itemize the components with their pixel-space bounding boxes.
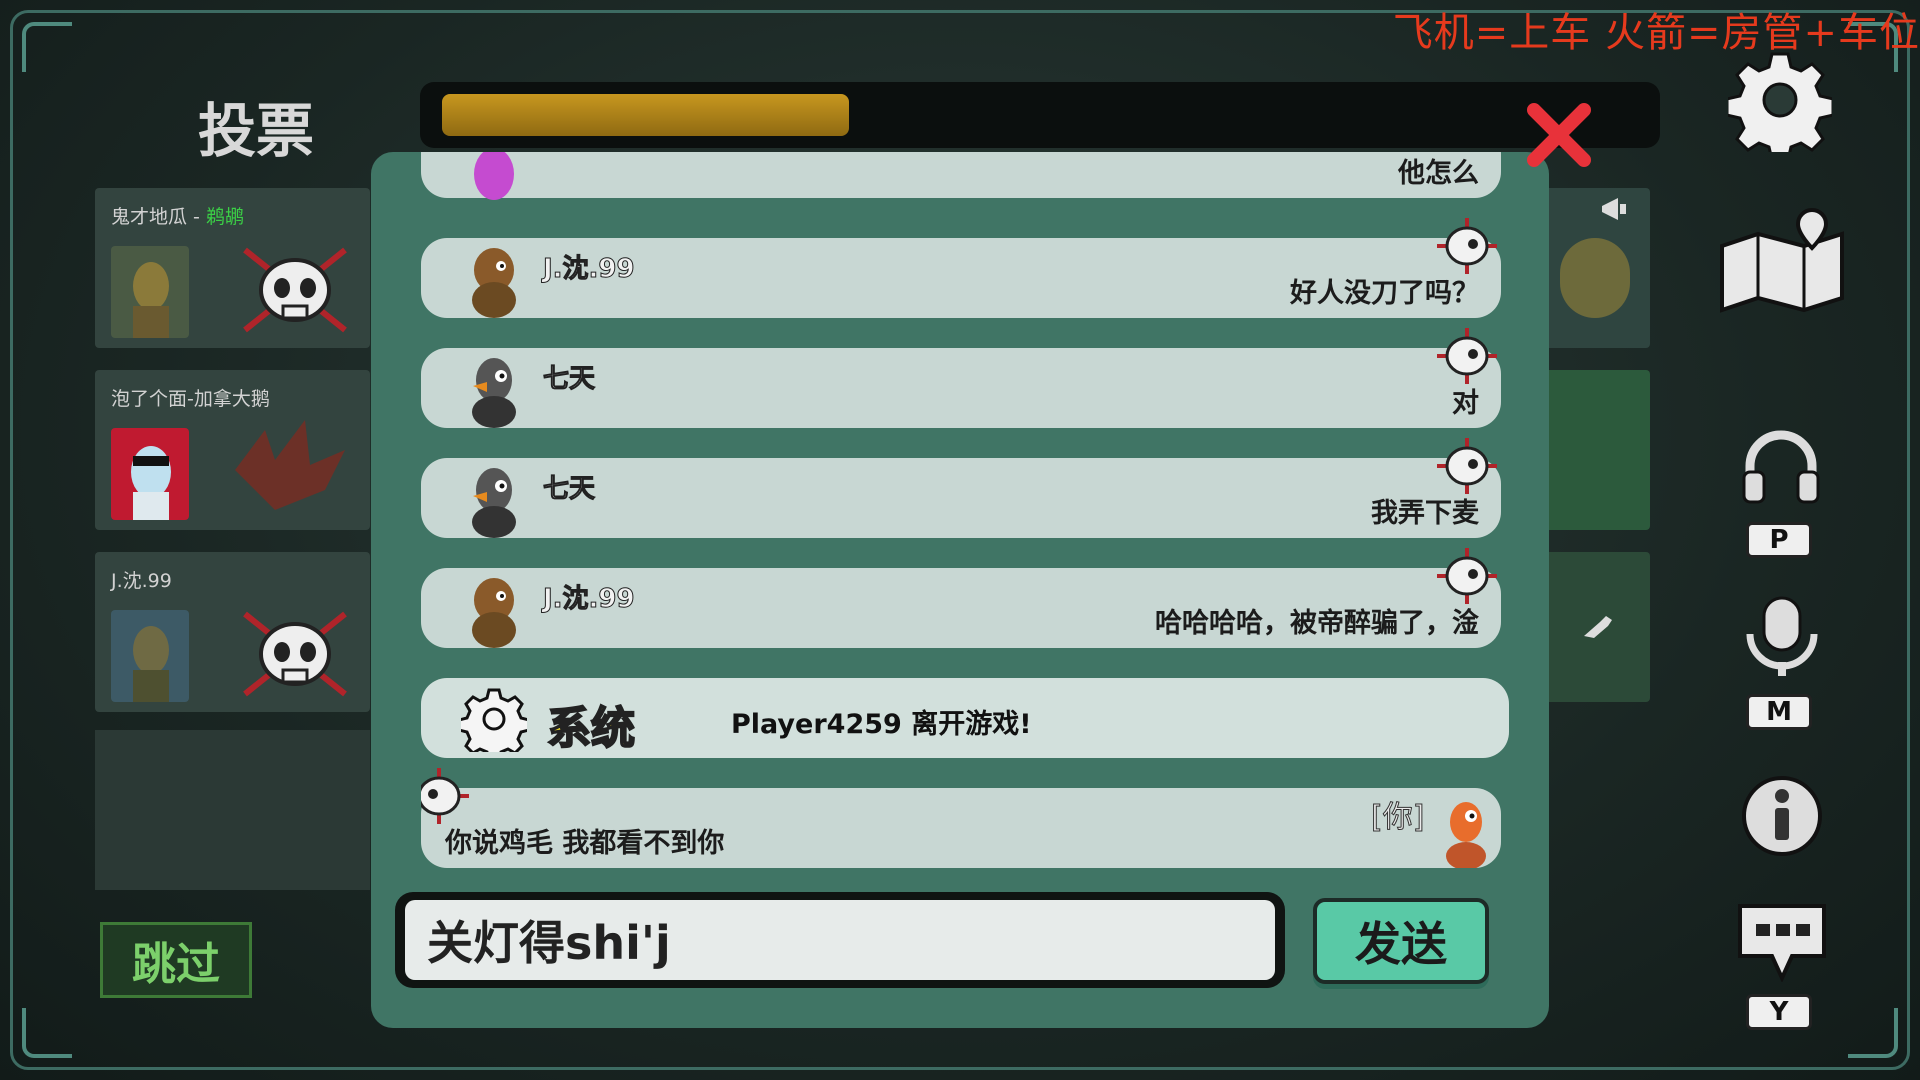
info-icon[interactable]: [1740, 772, 1824, 856]
dead-skull-icon: [243, 247, 347, 333]
frame-corner: [22, 22, 72, 72]
chat-message: 七天 我弄下麦: [421, 438, 1501, 538]
chat-message-list[interactable]: 他怎么 J.沈.99 好人没刀了吗？ 七天 对 七天 我弄下麦 J.沈.99 哈…: [421, 152, 1513, 872]
player-name: 鬼才地瓜 - 鹈鹕: [111, 206, 244, 228]
player-name: J.沈.99: [111, 570, 172, 592]
vote-title: 投票: [198, 97, 315, 165]
chat-message: 他怎么: [421, 152, 1501, 200]
skip-vote-button[interactable]: 跳过: [100, 922, 252, 998]
chat-message: J.沈.99 哈哈哈哈，被帝醉骗了，淦: [421, 548, 1501, 648]
system-message: 系统 Player4259 离开游戏!: [421, 678, 1509, 758]
bearded-goose-avatar: [472, 578, 516, 648]
vote-timer-bar: [420, 82, 1660, 148]
you-tag: [你]: [1370, 800, 1425, 836]
frame-corner: [1848, 1008, 1898, 1058]
chat-text: 他怎么: [1398, 158, 1479, 189]
grey-goose-avatar: [472, 468, 516, 538]
chat-text: 哈哈哈哈，被帝醉骗了，淦: [1155, 608, 1479, 639]
player-card[interactable]: [1540, 552, 1650, 702]
wrench-icon: [1584, 616, 1612, 638]
microphone-icon[interactable]: [1742, 596, 1822, 678]
system-label: 系统: [546, 702, 636, 755]
player-card[interactable]: 鬼才地瓜 - 鹈鹕: [95, 188, 370, 348]
chat-sender: J.沈.99: [543, 584, 636, 615]
chat-hotkey-badge: Y: [1746, 994, 1812, 1030]
map-icon[interactable]: [1716, 206, 1848, 314]
maple-leaf-icon: [235, 420, 345, 510]
player-card[interactable]: J.沈.99: [95, 552, 370, 712]
chat-text: 我弄下麦: [1371, 498, 1479, 529]
chat-text: 你说鸡毛 我都看不到你: [445, 828, 725, 859]
player-name: 泡了个面-加拿大鹅: [111, 388, 270, 410]
chat-sender: 七天: [542, 474, 596, 505]
stream-banner: 飞机=上车 火箭=房管+车位: [1392, 10, 1920, 56]
send-button[interactable]: 发送: [1313, 898, 1489, 984]
chat-input-wrapper: [395, 892, 1285, 988]
chat-sender: 七天: [542, 364, 596, 395]
system-text: Player4259 离开游戏!: [731, 709, 1032, 740]
own-chat-message: [你] 你说鸡毛 我都看不到你: [421, 768, 1501, 868]
player-avatar: [111, 428, 189, 520]
player-card[interactable]: 泡了个面-加拿大鹅: [95, 370, 370, 530]
frame-corner: [22, 1008, 72, 1058]
settings-gear-icon[interactable]: [1728, 48, 1832, 152]
dead-badge-icon: [1437, 328, 1497, 384]
vote-timer-fill: [442, 94, 849, 136]
player-avatar: [111, 246, 189, 338]
player-card[interactable]: [1540, 370, 1650, 530]
headphones-icon[interactable]: [1740, 428, 1822, 504]
dead-badge-icon: [1437, 218, 1497, 274]
dead-skull-icon: [243, 611, 347, 697]
player-avatar: [111, 610, 189, 702]
megaphone-icon: [1602, 198, 1626, 220]
chat-panel: 他怎么 J.沈.99 好人没刀了吗？ 七天 对 七天 我弄下麦 J.沈.99 哈…: [371, 152, 1549, 1028]
chat-icon[interactable]: [1734, 900, 1830, 982]
chat-text: 对: [1452, 388, 1479, 419]
bearded-goose-avatar: [472, 248, 516, 318]
chat-message: J.沈.99 好人没刀了吗？: [421, 218, 1501, 318]
dead-badge-icon: [1437, 438, 1497, 494]
empty-player-slot: [95, 730, 370, 890]
gear-icon: [461, 688, 527, 752]
voice-hotkey-badge: P: [1746, 522, 1812, 558]
mic-hotkey-badge: M: [1746, 694, 1812, 730]
chat-input[interactable]: [405, 900, 1275, 980]
dead-badge-icon: [421, 768, 469, 824]
player-card[interactable]: [1540, 188, 1650, 348]
chat-sender: J.沈.99: [543, 254, 636, 285]
chat-message: 七天 对: [421, 328, 1501, 428]
orange-goose-avatar: [1446, 802, 1486, 868]
dead-badge-icon: [1437, 548, 1497, 604]
chat-text: 好人没刀了吗？: [1290, 278, 1479, 309]
grey-goose-avatar: [472, 358, 516, 428]
close-icon[interactable]: [1524, 100, 1594, 170]
player-role: 鹈鹕: [205, 206, 244, 228]
pink-goose-avatar: [474, 152, 514, 200]
